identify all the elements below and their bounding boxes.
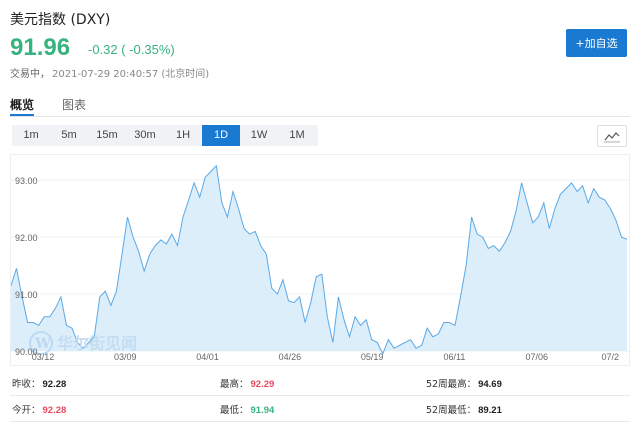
x-tick-label: 07/06 [525, 352, 548, 362]
x-tick-label: 07/2 [601, 352, 619, 362]
stat-label: 52周最低： [426, 405, 477, 416]
add-watchlist-button[interactable]: +加自选 [566, 29, 627, 57]
price-chart[interactable]: W 华尔街见闻 93.00 92.00 91.00 90.00 03/12 03/09 04… [10, 154, 630, 366]
period-selector: 1m 5m 15m 30m 1H 1D 1W 1M [12, 125, 318, 146]
price-change: -0.32 ( -0.35%) [88, 42, 175, 57]
stat-low: 最低： 91.94 [220, 402, 274, 416]
stat-value: 92.28 [42, 405, 67, 416]
stat-label: 今开： [12, 405, 41, 416]
page-title: 美元指数 (DXY) [10, 12, 111, 28]
stats-row: 昨收： 92.28 最高： 92.29 52周最高： 94.69 [10, 370, 630, 396]
stat-value: 92.28 [42, 379, 67, 390]
current-price: 91.96 [10, 34, 71, 61]
status-timestamp: 2021-07-29 20:40:57 (北京时间) [52, 69, 210, 80]
y-tick-label: 93.00 [15, 176, 38, 186]
period-5m[interactable]: 5m [50, 125, 88, 146]
watermark: W 华尔街见闻 [29, 331, 137, 355]
stat-52w-high: 52周最高： 94.69 [426, 376, 502, 390]
stat-label: 52周最高： [426, 379, 477, 390]
stat-label: 最低： [220, 405, 249, 416]
period-1d[interactable]: 1D [202, 125, 240, 146]
x-tick-label: 03/09 [114, 352, 137, 362]
x-tick-label: 03/12 [32, 352, 55, 362]
status-label: 交易中， [10, 69, 50, 80]
period-1w[interactable]: 1W [240, 125, 278, 146]
y-tick-label: 91.00 [15, 290, 38, 300]
line-chart-icon [604, 132, 620, 143]
period-30m[interactable]: 30m [126, 125, 164, 146]
price-area-fill [11, 165, 627, 354]
x-tick-label: 04/01 [196, 352, 219, 362]
stat-open: 今开： 92.28 [12, 402, 66, 416]
stat-high: 最高： 92.29 [220, 376, 274, 390]
x-tick-label: 06/11 [443, 352, 465, 362]
tab-overview[interactable]: 概览 [10, 96, 34, 113]
stat-prev-close: 昨收： 92.28 [12, 376, 66, 390]
stat-value: 91.94 [250, 405, 275, 416]
tab-divider [10, 116, 630, 117]
tab-chart[interactable]: 图表 [62, 96, 86, 113]
x-tick-label: 05/19 [361, 352, 384, 362]
watermark-text: 华尔街见闻 [57, 334, 137, 353]
stat-value: 92.29 [250, 379, 275, 390]
y-tick-label: 92.00 [15, 233, 38, 243]
period-15m[interactable]: 15m [88, 125, 126, 146]
chart-type-button[interactable] [597, 125, 627, 147]
stat-52w-low: 52周最低： 89.21 [426, 402, 502, 416]
stat-value: 94.69 [478, 379, 502, 390]
stat-label: 昨收： [12, 379, 41, 390]
stats-row: 今开： 92.28 最低： 91.94 52周最低： 89.21 [10, 396, 630, 422]
stat-value: 89.21 [478, 405, 502, 416]
period-1mo[interactable]: 1M [278, 125, 316, 146]
x-tick-label: 04/26 [279, 352, 302, 362]
chart-canvas: W 华尔街见闻 93.0092.0091.0090.0003/12 03/09 04… [10, 164, 629, 362]
stat-label: 最高： [220, 379, 249, 390]
period-1h[interactable]: 1H [164, 125, 202, 146]
period-1m[interactable]: 1m [12, 125, 50, 146]
market-status: 交易中， 2021-07-29 20:40:57 (北京时间) [10, 65, 209, 80]
